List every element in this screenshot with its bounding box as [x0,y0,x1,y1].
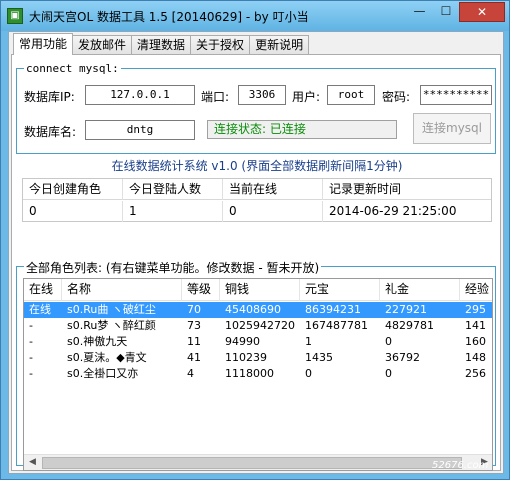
site-watermark: 52676.com [432,460,489,471]
stats-table: 今日创建角色 今日登陆人数 当前在线 记录更新时间 0 1 0 2014-06-… [22,178,492,222]
tab-strip: 常用功能 发放邮件 清理数据 关于授权 更新说明 [13,33,310,55]
cell-gift-money: 0 [385,335,392,348]
port-input[interactable]: 3306 [238,85,286,105]
port-label: 端口: [201,90,230,104]
tab-about-license[interactable]: 关于授权 [190,35,251,55]
cell-exp: 148 [465,351,486,364]
connection-status: 连接状态: 已连接 [207,120,397,139]
stats-title: 在线数据统计系统 v1.0 (界面全部数据刷新间隔1分钟) [111,159,403,173]
cell-name: s0.夏沫。◆青文 [67,351,147,364]
tab-panel-common: connect mysql: 数据库IP: 127.0.0.1 端口: 3306… [11,54,501,471]
roles-list[interactable]: 在线 名称 等级 铜钱 元宝 礼金 经验 在线 s0.Ru曲 ヽ破红尘 70 4540… [23,278,493,471]
col-header-name[interactable]: 名称 [62,279,182,301]
cell-level: 41 [187,351,201,364]
cell-yuanbao: 0 [305,367,312,380]
cell-copper: 1025942720 [225,319,295,332]
scrollbar-thumb[interactable] [42,457,462,469]
cell-online: - [29,319,33,332]
horizontal-scrollbar[interactable]: ◀ ▶ [24,454,492,470]
close-button[interactable]: ✕ [459,2,505,22]
stats-value-online: 0 [223,201,323,222]
stats-header-created: 今日创建角色 [23,179,123,200]
table-row[interactable]: - s0.全褂口又亦 4 1118000 0 0 256 [24,366,492,382]
cell-gift-money: 227921 [385,303,427,316]
cell-gift-money: 0 [385,367,392,380]
col-header-online[interactable]: 在线 [24,279,62,301]
db-name-input[interactable]: dntg [85,120,195,140]
roles-group-legend: 全部角色列表: (有右键菜单功能。修改数据 - 暂未开放) [24,259,322,276]
cell-online: - [29,335,33,348]
cell-exp: 256 [465,367,486,380]
connect-mysql-button[interactable]: 连接mysql [413,113,491,144]
password-input[interactable]: ********** [420,85,492,105]
cell-exp: 160 [465,335,486,348]
tab-common-functions[interactable]: 常用功能 [13,33,74,55]
cell-gift-money: 4829781 [385,319,434,332]
cell-name: s0.全褂口又亦 [67,367,139,380]
cell-level: 70 [187,303,201,316]
stats-value-row: 0 1 0 2014-06-29 21:25:00 [23,201,491,222]
tab-changelog[interactable]: 更新说明 [249,35,310,55]
cell-name: s0.神傲九天 [67,335,128,348]
col-header-copper[interactable]: 铜钱 [220,279,300,301]
db-name-label: 数据库名: [24,125,77,139]
col-header-exp[interactable]: 经验 [460,279,492,301]
cell-gift-money: 36792 [385,351,420,364]
cell-online: - [29,367,33,380]
cell-level: 73 [187,319,201,332]
cell-name: s0.Ru曲 ヽ破红尘 [67,303,156,316]
col-header-level[interactable]: 等级 [182,279,220,301]
client-area: 常用功能 发放邮件 清理数据 关于授权 更新说明 connect mysql: … [8,31,504,474]
cell-copper: 94990 [225,335,260,348]
cell-online: - [29,351,33,364]
col-header-yuanbao[interactable]: 元宝 [300,279,380,301]
cell-yuanbao: 1 [305,335,312,348]
stats-header-logins: 今日登陆人数 [123,179,223,200]
cell-level: 11 [187,335,201,348]
col-header-gift-money[interactable]: 礼金 [380,279,460,301]
stats-value-created: 0 [23,201,123,222]
cell-yuanbao: 86394231 [305,303,361,316]
table-row[interactable]: 在线 s0.Ru曲 ヽ破红尘 70 45408690 86394231 227921 295 [24,302,492,318]
stats-header-online: 当前在线 [223,179,323,200]
user-label: 用户: [292,90,321,104]
cell-exp: 295 [465,303,486,316]
cell-name: s0.Ru梦 ヽ醉红颜 [67,319,156,332]
cell-yuanbao: 1435 [305,351,333,364]
stats-value-updated: 2014-06-29 21:25:00 [329,204,457,218]
app-window: ▣ 大闹天宫OL 数据工具 1.5 [20140629] - by 叮小当 — … [0,0,510,480]
stats-header-row: 今日创建角色 今日登陆人数 当前在线 记录更新时间 [23,179,491,200]
cell-yuanbao: 167487781 [305,319,368,332]
maximize-button[interactable]: ☐ [433,2,459,22]
cell-copper: 1118000 [225,367,274,380]
title-bar[interactable]: ▣ 大闹天宫OL 数据工具 1.5 [20140629] - by 叮小当 — … [1,1,509,31]
stats-value-logins: 1 [123,201,223,222]
stats-header-updated: 记录更新时间 [329,182,402,196]
window-title: 大闹天宫OL 数据工具 1.5 [20140629] - by 叮小当 [29,10,309,24]
user-input[interactable]: root [327,85,375,105]
table-row[interactable]: - s0.夏沫。◆青文 41 110239 1435 36792 148 [24,350,492,366]
connect-group-legend: connect mysql: [24,62,121,75]
tab-send-mail[interactable]: 发放邮件 [72,35,133,55]
db-ip-input[interactable]: 127.0.0.1 [85,85,195,105]
cell-exp: 141 [465,319,486,332]
db-ip-label: 数据库IP: [24,90,75,104]
table-row[interactable]: - s0.神傲九天 11 94990 1 0 160 [24,334,492,350]
minimize-button[interactable]: — [406,2,433,22]
cell-copper: 110239 [225,351,267,364]
cell-copper: 45408690 [225,303,281,316]
table-row[interactable]: - s0.Ru梦 ヽ醉红颜 73 1025942720 167487781 4829781… [24,318,492,334]
tab-clean-data[interactable]: 清理数据 [131,35,192,55]
scroll-left-icon[interactable]: ◀ [24,455,41,470]
roles-header-row: 在线 名称 等级 铜钱 元宝 礼金 经验 [24,279,492,301]
password-label: 密码: [382,90,411,104]
app-icon: ▣ [7,8,23,24]
cell-level: 4 [187,367,194,380]
cell-online: 在线 [29,303,51,316]
